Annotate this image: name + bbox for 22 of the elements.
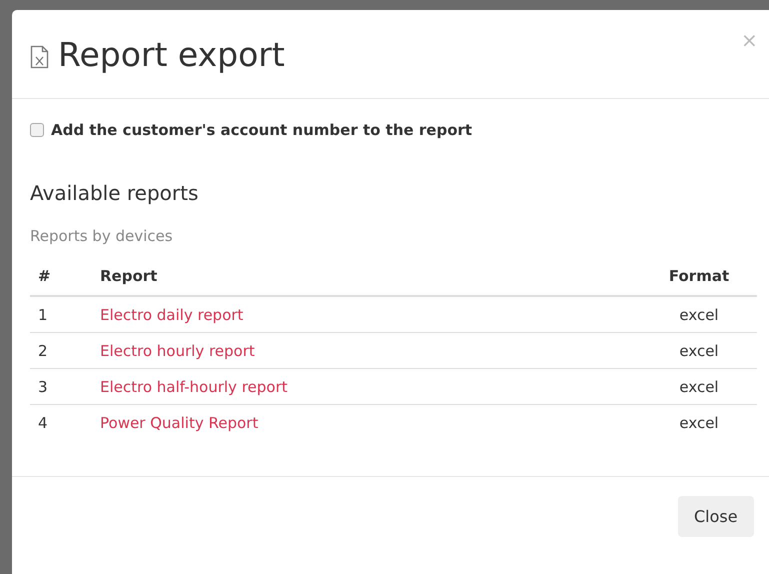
checkbox-label: Add the customer's account number to the report <box>51 121 472 139</box>
checkbox[interactable] <box>30 123 44 137</box>
table-cell: excel <box>641 296 757 332</box>
section-title: Available reports <box>30 181 200 205</box>
dialog-title: Report export <box>58 34 285 74</box>
report-link[interactable]: Power Quality Report <box>100 414 258 432</box>
table-cell: 1 <box>30 296 92 332</box>
table-cell: 4 <box>30 404 92 440</box>
report-link[interactable]: Electro daily report <box>100 306 244 324</box>
group-title: Reports by devices <box>30 227 174 245</box>
column-header: Format <box>641 255 757 296</box>
report-link[interactable]: Electro half-hourly report <box>100 378 288 396</box>
column-header: # <box>30 255 92 296</box>
column-header: Report <box>92 255 641 296</box>
table-cell: excel <box>641 332 757 368</box>
table-cell: 2 <box>30 332 92 368</box>
spreadsheet-file-icon <box>30 45 50 69</box>
report-link[interactable]: Electro hourly report <box>100 342 255 360</box>
table-cell: 3 <box>30 368 92 404</box>
close-button[interactable]: Close <box>678 496 754 537</box>
table-cell: excel <box>641 368 757 404</box>
table-cell: excel <box>641 404 757 440</box>
